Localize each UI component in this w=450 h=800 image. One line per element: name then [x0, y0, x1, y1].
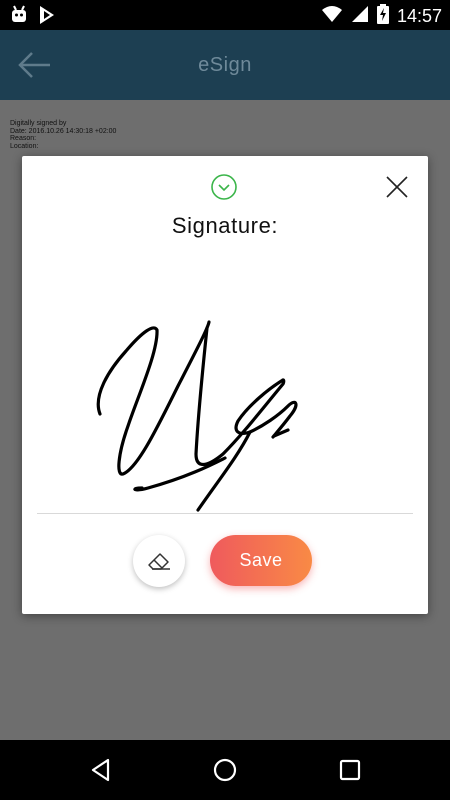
signal-icon — [351, 5, 369, 28]
status-time: 14:57 — [396, 6, 442, 26]
close-icon — [386, 176, 408, 198]
app-bar: eSign — [0, 30, 450, 100]
clear-signature-button[interactable] — [133, 535, 185, 587]
signature-info: Digitally signed by Date: 2016.10.26 14:… — [10, 120, 116, 150]
nav-recents-button[interactable] — [337, 757, 363, 783]
signature-dialog: Signature: Save — [22, 156, 428, 614]
play-store-icon — [38, 5, 56, 30]
signature-drawing — [96, 320, 298, 512]
check-circle-icon — [211, 174, 237, 200]
android-icon — [10, 5, 28, 30]
dialog-title: Signature: — [171, 213, 279, 238]
nav-back-button[interactable] — [88, 757, 114, 783]
wifi-icon — [321, 5, 343, 28]
signature-info-line: Reason: — [10, 135, 37, 142]
nav-home-button[interactable] — [212, 757, 238, 783]
home-circle-icon — [213, 758, 237, 782]
signature-info-line: Date: 2016.10.26 14:30:18 +02:00 — [10, 127, 117, 135]
navigation-bar — [0, 740, 450, 800]
page-title: eSign — [198, 54, 252, 76]
battery-charging-icon — [376, 4, 389, 29]
signature-info-line: Digitally signed by — [10, 120, 67, 127]
save-button[interactable]: Save — [210, 535, 312, 586]
signature-pad[interactable] — [38, 256, 412, 512]
eraser-icon — [148, 553, 170, 570]
signature-baseline — [37, 513, 413, 514]
close-button[interactable] — [384, 174, 410, 200]
back-triangle-icon — [91, 758, 110, 782]
recents-square-icon — [339, 759, 361, 781]
status-bar: 14:57 — [0, 0, 450, 30]
confirm-button[interactable] — [210, 173, 238, 201]
signature-info-line: Location: — [10, 142, 39, 150]
